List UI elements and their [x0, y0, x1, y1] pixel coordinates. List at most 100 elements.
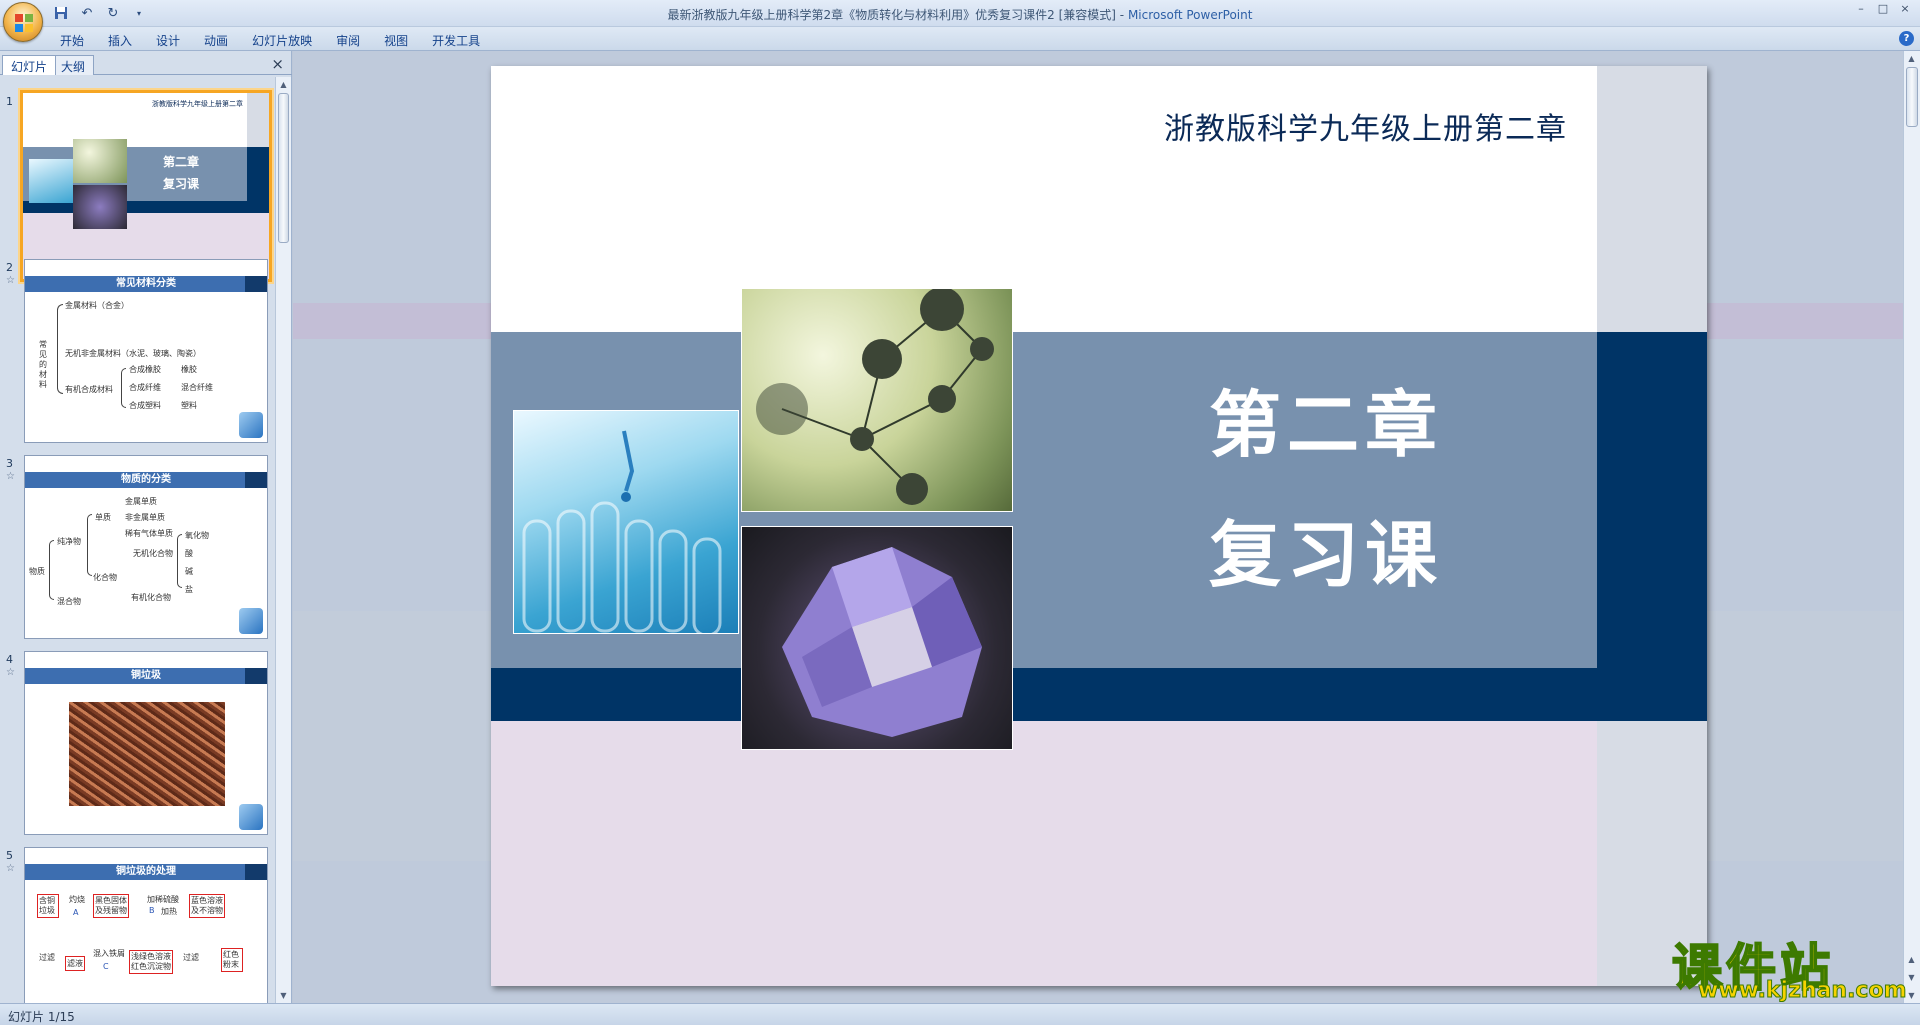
- slide-number: 2: [6, 261, 13, 274]
- thumb-header: 铜垃圾的处理: [25, 864, 267, 880]
- test-tubes-image[interactable]: [513, 410, 739, 634]
- slide-thumbnail-1[interactable]: 浙教版科学九年级上册第二章 第二章 复习课: [20, 90, 272, 282]
- thumb-header: 铜垃圾: [25, 668, 267, 684]
- nav-icon: [239, 412, 263, 438]
- thumb-header: 物质的分类: [25, 472, 267, 488]
- watermark-url: www.kjzhan.com: [1698, 978, 1908, 1004]
- thumb-label: 金属材料（合金）: [65, 301, 129, 310]
- thumb-label: 碱: [185, 567, 193, 576]
- slide-title-line-1[interactable]: 第二章: [1209, 366, 1443, 471]
- thumb-label: 合成纤维: [129, 383, 161, 392]
- flow-label: 过滤: [183, 953, 199, 962]
- thumbnail-row[interactable]: 2 ☆ 常见材料分类 常见的材料 金属材料（合金） 无机非金属材料（水泥、玻璃、…: [0, 259, 276, 455]
- thumb-subtitle: 浙教版科学九年级上册第二章: [152, 100, 243, 108]
- minimize-button[interactable]: –: [1850, 2, 1872, 18]
- thumb-title-2: 复习课: [163, 177, 200, 191]
- tab-view[interactable]: 视图: [384, 30, 408, 51]
- thumbnail-scrollbar[interactable]: ▲ ▼: [275, 77, 291, 1003]
- flow-label: 加稀硫酸: [147, 895, 179, 904]
- title-bar: ↶ ↻ ▾ 最新浙教版九年级上册科学第2章《物质转化与材料利用》优秀复习课件2 …: [0, 0, 1920, 42]
- thumb-header-accent: [245, 276, 267, 292]
- thumbnail-list: 1 浙教版科学九年级上册第二章 第二章 复习课 2 ☆ 常见材料分类 常见的材料…: [0, 77, 276, 1003]
- tab-slides[interactable]: 幻灯片: [2, 55, 57, 75]
- flow-label: A: [73, 908, 79, 917]
- help-icon[interactable]: ?: [1899, 31, 1914, 46]
- slide-scrollbar[interactable]: ▲ ▲ ▼ ▼: [1903, 51, 1920, 1003]
- slide-thumbnail-4[interactable]: 铜垃圾: [24, 651, 268, 835]
- thumb-image-copper-wire: [69, 702, 225, 806]
- pane-tabs: 幻灯片 大纲 ×: [0, 53, 292, 75]
- flow-box: 黑色固体及残留物: [93, 894, 129, 918]
- thumb-label: 有机合成材料: [65, 385, 113, 394]
- thumb-title-1: 第二章: [163, 155, 200, 169]
- thumbnail-row[interactable]: 5 ☆ 铜垃圾的处理 含铜垃圾 灼烧 A 黑色固体及残留物 加稀硫酸 B 加热 …: [0, 847, 276, 1003]
- slide-thumbnail-5[interactable]: 铜垃圾的处理 含铜垃圾 灼烧 A 黑色固体及残留物 加稀硫酸 B 加热 蓝色溶液…: [24, 847, 268, 1003]
- bracket: [87, 514, 92, 576]
- transition-star-icon: ☆: [6, 471, 15, 482]
- crystal-image[interactable]: [741, 526, 1013, 750]
- bracket: [177, 534, 182, 588]
- thumb-label: 合成橡胶: [129, 365, 161, 374]
- close-icon[interactable]: ×: [271, 55, 284, 73]
- nav-icon: [239, 608, 263, 634]
- scrollbar-thumb[interactable]: [278, 93, 289, 243]
- thumb-label: 化合物: [93, 573, 117, 582]
- thumb-label: 盐: [185, 585, 193, 594]
- bracket: [57, 304, 63, 394]
- flow-box: 滤液: [65, 956, 85, 971]
- flow-box: 红色粉末: [221, 948, 243, 972]
- scroll-down-icon[interactable]: ▼: [276, 988, 291, 1003]
- tab-insert[interactable]: 插入: [108, 30, 132, 51]
- maximize-button[interactable]: □: [1872, 2, 1894, 18]
- thumb-label: 酸: [185, 549, 193, 558]
- flow-label: B: [149, 906, 155, 915]
- slide-number: 1: [6, 95, 13, 108]
- molecule-image[interactable]: [741, 288, 1013, 512]
- tab-slideshow[interactable]: 幻灯片放映: [252, 30, 312, 51]
- bracket: [49, 540, 54, 600]
- thumb-label: 物质: [29, 567, 45, 576]
- slide-subtitle[interactable]: 浙教版科学九年级上册第二章: [1164, 104, 1567, 148]
- ribbon: 开始 插入 设计 动画 幻灯片放映 审阅 视图 开发工具 ?: [0, 27, 1920, 51]
- current-slide[interactable]: 浙教版科学九年级上册第二章 第二章 复习课: [491, 66, 1707, 986]
- slide-dark-strip: [491, 668, 1707, 721]
- thumb-label: 塑料: [181, 401, 197, 410]
- thumb-label: 混合纤维: [181, 383, 213, 392]
- slide-title-line-2[interactable]: 复习课: [1209, 496, 1443, 601]
- thumb-label: 混合物: [57, 597, 81, 606]
- status-bar: 幻灯片 1/15: [0, 1003, 1920, 1025]
- slide-counter: 幻灯片 1/15: [8, 1010, 75, 1024]
- slide-number: 3: [6, 457, 13, 470]
- thumb-label: 非金属单质: [125, 513, 165, 522]
- scroll-up-icon[interactable]: ▲: [1904, 51, 1919, 66]
- thumb-image-tubes: [29, 159, 73, 203]
- tab-home[interactable]: 开始: [60, 30, 84, 51]
- slide-thumbnail-3[interactable]: 物质的分类 金属单质 单质 非金属单质 稀有气体单质 纯净物 无机化合物 氧化物…: [24, 455, 268, 639]
- thumb-label: 有机化合物: [131, 593, 171, 602]
- scrollbar-thumb[interactable]: [1906, 67, 1918, 127]
- tab-review[interactable]: 审阅: [336, 30, 360, 51]
- transition-star-icon: ☆: [6, 863, 15, 874]
- tab-design[interactable]: 设计: [156, 30, 180, 51]
- close-button[interactable]: ×: [1894, 2, 1916, 18]
- tab-developer[interactable]: 开发工具: [432, 30, 480, 51]
- thumbnail-row[interactable]: 4 ☆ 铜垃圾: [0, 651, 276, 847]
- thumb-label: 常见的材料: [39, 340, 47, 389]
- thumbnail-row[interactable]: 3 ☆ 物质的分类 金属单质 单质 非金属单质 稀有气体单质 纯净物 无机化合物…: [0, 455, 276, 651]
- thumb-label: 单质: [95, 513, 111, 522]
- tab-animations[interactable]: 动画: [204, 30, 228, 51]
- document-title: 最新浙教版九年级上册科学第2章《物质转化与材料利用》优秀复习课件2 [兼容模式]…: [667, 8, 1128, 22]
- flow-label: 过滤: [39, 953, 55, 962]
- transition-star-icon: ☆: [6, 275, 15, 286]
- office-button[interactable]: [3, 2, 43, 42]
- thumb-header-accent: [245, 668, 267, 684]
- slide-thumbnail-2[interactable]: 常见材料分类 常见的材料 金属材料（合金） 无机非金属材料（水泥、玻璃、陶瓷） …: [24, 259, 268, 443]
- flow-box: 浅绿色溶液红色沉淀物: [129, 950, 173, 974]
- slide-number: 5: [6, 849, 13, 862]
- scroll-up-icon[interactable]: ▲: [276, 77, 291, 92]
- slide-band-accent: [1597, 332, 1707, 668]
- tab-outline[interactable]: 大纲: [52, 55, 95, 75]
- window-title: 最新浙教版九年级上册科学第2章《物质转化与材料利用》优秀复习课件2 [兼容模式]…: [0, 6, 1920, 23]
- flow-label: 灼烧: [69, 895, 85, 904]
- ribbon-tabs: 开始 插入 设计 动画 幻灯片放映 审阅 视图 开发工具: [60, 30, 504, 51]
